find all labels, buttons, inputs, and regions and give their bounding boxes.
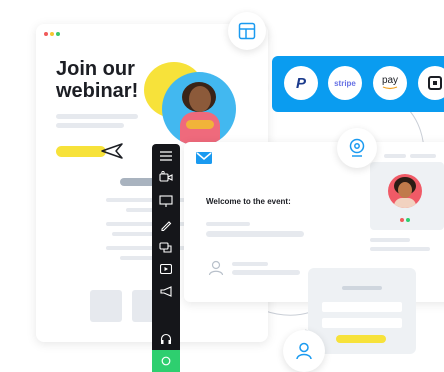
video-camera-icon	[159, 171, 173, 182]
text-placeholder	[342, 286, 382, 290]
pencil-icon	[161, 221, 172, 231]
video-tool[interactable]	[152, 264, 180, 274]
layout-icon	[238, 22, 256, 40]
headset-icon	[160, 333, 172, 344]
tool-sidebar	[152, 144, 180, 372]
presentation-screen-icon	[159, 195, 173, 207]
send-arrow-icon	[101, 143, 123, 159]
text-placeholder	[232, 270, 300, 275]
draw-tool[interactable]	[152, 219, 180, 231]
text-placeholder	[410, 154, 436, 158]
window-dot-red	[44, 32, 48, 36]
form-input[interactable]	[322, 318, 402, 328]
paypal-icon[interactable]: P	[284, 66, 318, 100]
video-tile	[370, 162, 444, 230]
text-placeholder	[370, 247, 430, 251]
text-placeholder	[56, 114, 138, 119]
amazon-pay-icon[interactable]: pay	[373, 66, 407, 100]
camera-tool[interactable]	[152, 171, 180, 183]
presenter-avatar	[162, 72, 236, 146]
attendee-icon-button[interactable]	[283, 330, 325, 372]
participant-avatar	[388, 174, 422, 208]
stripe-icon[interactable]: stripe	[328, 66, 362, 100]
text-placeholder	[206, 222, 250, 226]
text-placeholder	[370, 238, 410, 242]
form-input[interactable]	[322, 302, 402, 312]
status-dot-green	[406, 218, 410, 222]
mail-icon	[196, 152, 212, 164]
registration-form-card	[308, 268, 416, 354]
window-dot-green	[56, 32, 60, 36]
hamburger-menu-icon	[160, 151, 172, 161]
join-button[interactable]	[56, 146, 106, 157]
presentation-tool[interactable]	[152, 195, 180, 207]
webinar-heading-line1: Join our	[56, 58, 135, 80]
announcement-tool[interactable]	[152, 286, 180, 298]
text-placeholder	[232, 262, 268, 266]
window-dot-yellow	[50, 32, 54, 36]
webcam-icon-button[interactable]	[337, 128, 377, 168]
pay-label: pay	[381, 75, 399, 86]
webcam-icon	[349, 138, 365, 157]
megaphone-icon	[159, 286, 172, 297]
submit-button[interactable]	[336, 335, 386, 343]
layout-icon-button[interactable]	[228, 12, 266, 50]
square-icon[interactable]	[418, 66, 444, 100]
stripe-label: stripe	[334, 78, 356, 88]
active-tool-highlight[interactable]	[152, 350, 180, 372]
welcome-text: Welcome to the event:	[206, 197, 291, 206]
chat-tool[interactable]	[152, 242, 180, 254]
user-icon	[296, 342, 312, 360]
text-placeholder	[206, 231, 304, 237]
play-video-icon	[160, 264, 172, 274]
chat-bubbles-icon	[159, 242, 172, 253]
text-placeholder	[56, 123, 124, 128]
text-placeholder	[384, 154, 406, 158]
thumbnail-block	[90, 290, 122, 322]
record-icon	[161, 356, 171, 366]
headset-tool[interactable]	[152, 333, 180, 345]
webinar-heading-line2: webinar!	[56, 80, 139, 102]
menu-button[interactable]	[152, 151, 180, 161]
user-icon	[208, 260, 224, 276]
status-dot-red	[400, 218, 404, 222]
